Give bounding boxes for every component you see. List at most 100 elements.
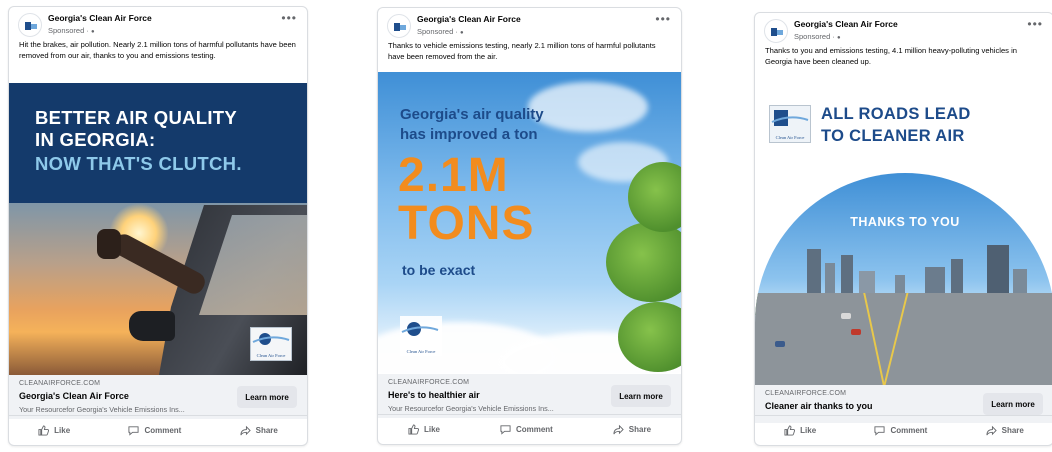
link-description: Your Resourcefor Georgia's Vehicle Emiss… <box>19 405 185 414</box>
creative-headline-line1: BETTER AIR QUALITY <box>35 107 238 128</box>
skyline-building <box>951 259 963 293</box>
side-mirror <box>129 311 175 341</box>
link-domain: CLEANAIRFORCE.COM <box>19 380 101 387</box>
share-icon <box>240 425 251 436</box>
skyline-building <box>987 245 1009 293</box>
creative-big-number: 2.1M <box>398 149 509 202</box>
ad-post-3: Georgia's Clean Air Force Sponsored · ● … <box>754 12 1052 446</box>
logo-text: Clean Air Force <box>406 349 436 354</box>
clean-air-force-logo: Clean Air Force <box>400 316 442 356</box>
page-avatar[interactable] <box>387 14 411 38</box>
sponsored-text: Sponsored · <box>417 27 460 36</box>
page-name[interactable]: Georgia's Clean Air Force <box>417 14 521 24</box>
share-label: Share <box>1001 426 1024 435</box>
sponsored-label: Sponsored · ● <box>48 26 95 35</box>
page-avatar[interactable] <box>18 13 42 37</box>
ad-post-2: Georgia's Clean Air Force Sponsored · ● … <box>377 7 682 445</box>
creative-headline-line2: TO CLEANER AIR <box>821 127 965 145</box>
share-button[interactable]: Share <box>986 425 1024 436</box>
post-header: Georgia's Clean Air Force Sponsored · ● … <box>9 7 307 37</box>
clean-air-force-logo: Clean Air Force <box>769 105 811 143</box>
creative-headline-line3: NOW THAT'S CLUTCH. <box>35 153 242 174</box>
skyline-building <box>1013 269 1027 293</box>
comment-icon <box>128 426 139 436</box>
post-header: Georgia's Clean Air Force Sponsored · ● … <box>378 8 681 38</box>
comment-button[interactable]: Comment <box>500 424 553 435</box>
creative-headline-line2: IN GEORGIA: <box>35 129 156 150</box>
thumbs-up-icon <box>38 425 50 436</box>
post-actions: Like Comment Share <box>9 415 307 445</box>
share-label: Share <box>255 426 278 435</box>
link-title[interactable]: Cleaner air thanks to you <box>765 401 873 411</box>
link-domain: CLEANAIRFORCE.COM <box>765 390 847 397</box>
skyline-building <box>825 263 835 293</box>
sponsored-text: Sponsored · <box>48 26 91 35</box>
thumbs-up-hand <box>97 229 121 259</box>
like-button[interactable]: Like <box>408 424 440 435</box>
share-button[interactable]: Share <box>240 425 278 436</box>
ad-creative[interactable]: Clean Air Force ALL ROADS LEAD TO CLEANE… <box>755 79 1052 385</box>
sponsored-text: Sponsored · <box>794 32 837 41</box>
link-domain: CLEANAIRFORCE.COM <box>388 379 470 386</box>
logo-text: Clean Air Force <box>256 353 286 358</box>
car <box>775 341 785 347</box>
skyline-building <box>841 255 853 293</box>
like-button[interactable]: Like <box>784 425 816 436</box>
skyline-building <box>807 249 821 293</box>
link-title[interactable]: Georgia's Clean Air Force <box>19 391 129 401</box>
skyline-building <box>859 271 875 293</box>
more-options-icon[interactable]: ••• <box>281 11 297 25</box>
creative-big-unit: TONS <box>398 197 535 250</box>
globe-icon: ● <box>90 29 95 35</box>
car <box>841 313 851 319</box>
cloud <box>528 82 648 132</box>
logo-mark-icon <box>771 110 809 126</box>
post-caption: Thanks to vehicle emissions testing, nea… <box>388 41 656 61</box>
page-avatar[interactable] <box>764 19 788 43</box>
more-options-icon[interactable]: ••• <box>1027 17 1043 31</box>
share-button[interactable]: Share <box>613 424 651 435</box>
creative-thanks: THANKS TO YOU <box>850 215 960 229</box>
share-icon <box>986 425 997 436</box>
comment-icon <box>874 426 885 436</box>
post-caption: Hit the brakes, air pollution. Nearly 2.… <box>19 40 296 60</box>
sponsored-label: Sponsored · ● <box>417 27 464 36</box>
skyline-building <box>895 275 905 293</box>
creative-headline-line1: ALL ROADS LEAD <box>821 105 971 123</box>
ad-creative[interactable]: BETTER AIR QUALITY IN GEORGIA: NOW THAT'… <box>9 83 307 375</box>
post-actions: Like Comment Share <box>755 415 1052 445</box>
globe-icon: ● <box>459 30 464 36</box>
comment-label: Comment <box>515 425 553 434</box>
more-options-icon[interactable]: ••• <box>655 12 671 26</box>
learn-more-button[interactable]: Learn more <box>983 393 1043 415</box>
learn-more-button[interactable]: Learn more <box>237 386 297 408</box>
comment-label: Comment <box>890 426 928 435</box>
logo-mark-icon <box>252 333 290 345</box>
comment-icon <box>500 425 511 435</box>
link-preview[interactable]: CLEANAIRFORCE.COM Here's to healthier ai… <box>378 374 681 418</box>
comment-button[interactable]: Comment <box>874 425 927 436</box>
post-actions: Like Comment Share <box>378 414 681 444</box>
creative-line2: has improved a ton <box>400 126 538 143</box>
ad-creative[interactable]: Georgia's air quality has improved a ton… <box>378 72 681 374</box>
globe-icon: ● <box>836 35 841 41</box>
like-label: Like <box>800 426 817 435</box>
creative-line3: to be exact <box>402 262 476 278</box>
post-caption: Thanks to you and emissions testing, 4.1… <box>765 46 1017 66</box>
comment-button[interactable]: Comment <box>128 425 181 436</box>
link-title[interactable]: Here's to healthier air <box>388 390 480 400</box>
ad-post-1: Georgia's Clean Air Force Sponsored · ● … <box>8 6 308 446</box>
share-label: Share <box>628 425 652 434</box>
page-name[interactable]: Georgia's Clean Air Force <box>794 19 898 29</box>
creative-banner: BETTER AIR QUALITY IN GEORGIA: NOW THAT'… <box>9 83 307 203</box>
like-button[interactable]: Like <box>38 425 70 436</box>
share-icon <box>613 424 624 435</box>
logo-mark-icon <box>401 322 439 336</box>
skyline-building <box>925 267 945 293</box>
thumbs-up-icon <box>784 425 796 436</box>
learn-more-button[interactable]: Learn more <box>611 385 671 407</box>
page-name[interactable]: Georgia's Clean Air Force <box>48 13 152 23</box>
link-preview[interactable]: CLEANAIRFORCE.COM Georgia's Clean Air Fo… <box>9 375 307 419</box>
like-label: Like <box>54 426 71 435</box>
like-label: Like <box>423 425 440 434</box>
